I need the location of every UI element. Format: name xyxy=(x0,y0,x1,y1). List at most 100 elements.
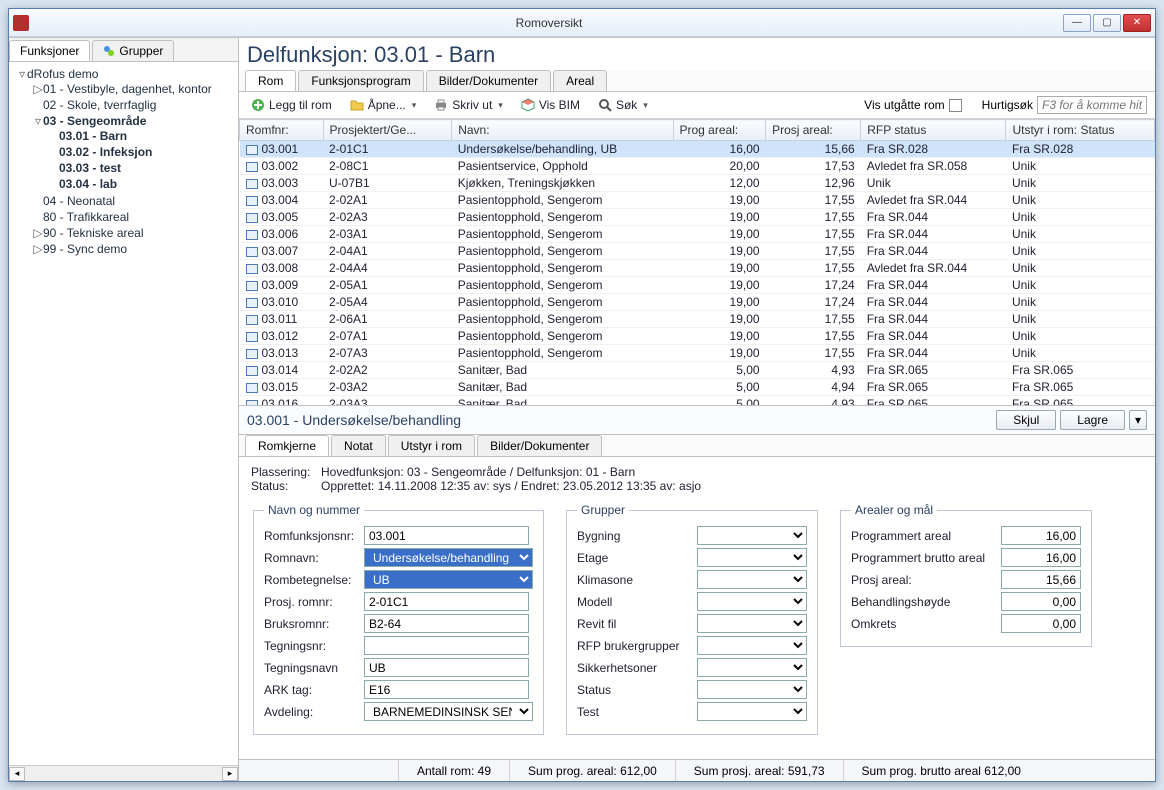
column-header[interactable]: Prosj areal: xyxy=(766,120,861,141)
table-row[interactable]: 03.0132-07A3Pasientopphold, Sengerom19,0… xyxy=(240,345,1155,362)
checkbox-icon[interactable] xyxy=(949,99,962,112)
table-row[interactable]: 03.0062-03A1Pasientopphold, Sengerom19,0… xyxy=(240,226,1155,243)
column-header[interactable]: Navn: xyxy=(452,120,673,141)
field-input[interactable]: UB xyxy=(364,570,533,589)
tree-item[interactable]: 02 - Skole, tverrfaglig xyxy=(43,98,156,112)
field-input[interactable]: Undersøkelse/behandling xyxy=(364,548,533,567)
column-header[interactable]: Romfnr: xyxy=(240,120,324,141)
field-input[interactable] xyxy=(364,636,529,655)
print-button[interactable]: Skriv ut▾ xyxy=(430,96,507,114)
table-row[interactable]: 03.003U-07B1Kjøkken, Treningskjøkken12,0… xyxy=(240,175,1155,192)
close-button[interactable]: ✕ xyxy=(1123,14,1151,32)
areal-input[interactable] xyxy=(1001,592,1081,611)
bim-button[interactable]: Vis BIM xyxy=(517,96,584,114)
minimize-button[interactable]: — xyxy=(1063,14,1091,32)
scroll-right-icon[interactable]: ▸ xyxy=(222,767,238,781)
tree-item[interactable]: 80 - Trafikkareal xyxy=(43,210,129,224)
folder-open-icon xyxy=(350,98,364,112)
room-grid[interactable]: Romfnr:Prosjektert/Ge...Navn:Prog areal:… xyxy=(239,119,1155,405)
tree-view[interactable]: ▿dRofus demo▷01 - Vestibyle, dagenhet, k… xyxy=(9,62,238,765)
tree-item[interactable]: 03.02 - Infeksjon xyxy=(59,145,152,159)
tree-item[interactable]: 03.03 - test xyxy=(59,161,121,175)
room-icon xyxy=(246,332,258,342)
group-select[interactable] xyxy=(697,570,807,589)
column-header[interactable]: RFP status xyxy=(861,120,1006,141)
sidebar-tab-grupper[interactable]: Grupper xyxy=(92,40,174,61)
table-row[interactable]: 03.0082-04A4Pasientopphold, Sengerom19,0… xyxy=(240,260,1155,277)
group-select[interactable] xyxy=(697,658,807,677)
table-row[interactable]: 03.0052-02A3Pasientopphold, Sengerom19,0… xyxy=(240,209,1155,226)
tree-item[interactable]: 03 - Sengeområde xyxy=(43,114,146,128)
add-room-button[interactable]: Legg til rom xyxy=(247,96,336,114)
open-button[interactable]: Åpne...▾ xyxy=(346,96,421,114)
detail-tab[interactable]: Notat xyxy=(331,435,386,456)
group-select[interactable] xyxy=(697,680,807,699)
table-row[interactable]: 03.0152-03A2Sanitær, Bad5,004,94Fra SR.0… xyxy=(240,379,1155,396)
table-row[interactable]: 03.0102-05A4Pasientopphold, Sengerom19,0… xyxy=(240,294,1155,311)
tree-root[interactable]: dRofus demo xyxy=(27,67,98,81)
areal-input[interactable] xyxy=(1001,614,1081,633)
field-label: Sikkerhetsoner xyxy=(577,661,697,675)
tree-item[interactable]: 03.01 - Barn xyxy=(59,129,127,143)
field-input[interactable] xyxy=(364,526,529,545)
tab-areal[interactable]: Areal xyxy=(553,70,607,91)
group-select[interactable] xyxy=(697,614,807,633)
field-input[interactable] xyxy=(364,592,529,611)
table-row[interactable]: 03.0022-08C1Pasientservice, Opphold20,00… xyxy=(240,158,1155,175)
table-row[interactable]: 03.0122-07A1Pasientopphold, Sengerom19,0… xyxy=(240,328,1155,345)
group-select[interactable] xyxy=(697,702,807,721)
field-input[interactable] xyxy=(364,658,529,677)
scroll-left-icon[interactable]: ◂ xyxy=(9,767,25,781)
table-row[interactable]: 03.0092-05A1Pasientopphold, Sengerom19,0… xyxy=(240,277,1155,294)
sidebar-scrollbar[interactable]: ◂ ▸ xyxy=(9,765,238,781)
group-select[interactable] xyxy=(697,636,807,655)
search-icon xyxy=(598,98,612,112)
table-row[interactable]: 03.0012-01C1Undersøkelse/behandling, UB1… xyxy=(240,141,1155,158)
table-row[interactable]: 03.0142-02A2Sanitær, Bad5,004,93Fra SR.0… xyxy=(240,362,1155,379)
column-header[interactable]: Prog areal: xyxy=(673,120,766,141)
tree-item[interactable]: 90 - Tekniske areal xyxy=(43,226,144,240)
group-select[interactable] xyxy=(697,548,807,567)
detail-tab[interactable]: Utstyr i rom xyxy=(388,435,475,456)
detail-header: 03.001 - Undersøkelse/behandling Skjul L… xyxy=(239,405,1155,435)
save-dropdown-button[interactable]: ▾ xyxy=(1129,410,1147,430)
tab-bilderdokumenter[interactable]: Bilder/Dokumenter xyxy=(426,70,551,91)
field-input[interactable] xyxy=(364,614,529,633)
room-icon xyxy=(246,315,258,325)
group-select[interactable] xyxy=(697,526,807,545)
tree-item[interactable]: 01 - Vestibyle, dagenhet, kontor xyxy=(43,82,212,96)
group-select[interactable] xyxy=(697,592,807,611)
field-input[interactable]: BARNEMEDINSINSK SENGEPOS xyxy=(364,702,533,721)
field-label: Romnavn: xyxy=(264,551,364,565)
search-button[interactable]: Søk▾ xyxy=(594,96,652,114)
tab-funksjonsprogram[interactable]: Funksjonsprogram xyxy=(298,70,423,91)
tab-rom[interactable]: Rom xyxy=(245,70,296,91)
column-header[interactable]: Prosjektert/Ge... xyxy=(323,120,452,141)
hide-button[interactable]: Skjul xyxy=(996,410,1056,430)
detail-tab[interactable]: Romkjerne xyxy=(245,435,329,456)
table-row[interactable]: 03.0042-02A1Pasientopphold, Sengerom19,0… xyxy=(240,192,1155,209)
tree-item[interactable]: 04 - Neonatal xyxy=(43,194,115,208)
save-button[interactable]: Lagre xyxy=(1060,410,1125,430)
field-input[interactable] xyxy=(364,680,529,699)
areal-input[interactable] xyxy=(1001,570,1081,589)
table-row[interactable]: 03.0162-03A3Sanitær, Bad5,004,93Fra SR.0… xyxy=(240,396,1155,406)
quicksearch-input[interactable] xyxy=(1037,96,1147,114)
tree-item[interactable]: 99 - Sync demo xyxy=(43,242,127,256)
room-icon xyxy=(246,281,258,291)
page-title: Delfunksjon: 03.01 - Barn xyxy=(247,42,1147,68)
status-count: Antall rom: 49 xyxy=(399,760,510,781)
room-icon xyxy=(246,196,258,206)
areal-input[interactable] xyxy=(1001,548,1081,567)
column-header[interactable]: Utstyr i rom: Status xyxy=(1006,120,1155,141)
room-icon xyxy=(246,247,258,257)
show-expired-checkbox[interactable]: Vis utgåtte rom xyxy=(864,98,961,112)
sidebar-tab-funksjoner[interactable]: Funksjoner xyxy=(9,40,90,61)
tree-item[interactable]: 03.04 - lab xyxy=(59,177,117,191)
table-row[interactable]: 03.0072-04A1Pasientopphold, Sengerom19,0… xyxy=(240,243,1155,260)
areal-input[interactable] xyxy=(1001,526,1081,545)
detail-tab[interactable]: Bilder/Dokumenter xyxy=(477,435,602,456)
table-row[interactable]: 03.0112-06A1Pasientopphold, Sengerom19,0… xyxy=(240,311,1155,328)
maximize-button[interactable]: ▢ xyxy=(1093,14,1121,32)
status-sum-brutto: Sum prog. brutto areal 612,00 xyxy=(844,760,1039,781)
